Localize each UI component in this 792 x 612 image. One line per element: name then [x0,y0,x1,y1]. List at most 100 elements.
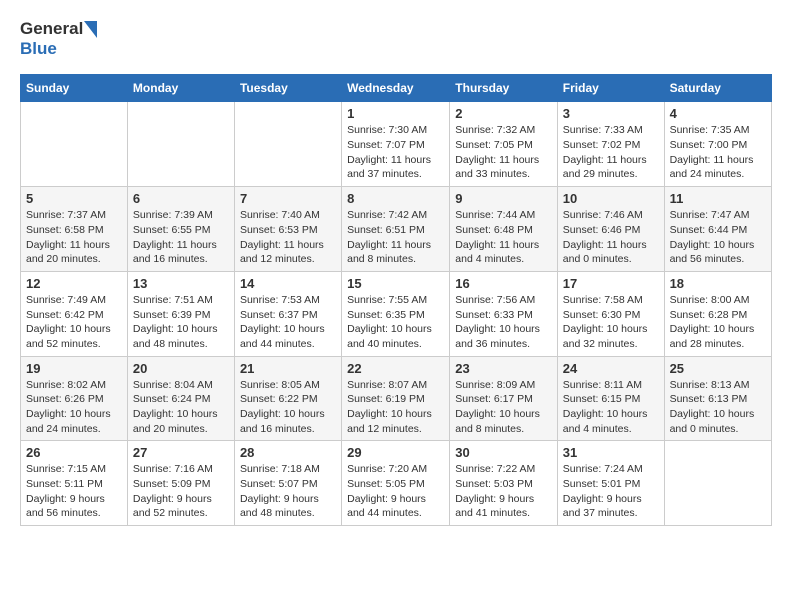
day-info: Sunrise: 7:44 AM Sunset: 6:48 PM Dayligh… [455,208,552,267]
day-info: Sunrise: 7:40 AM Sunset: 6:53 PM Dayligh… [240,208,336,267]
day-info: Sunrise: 7:42 AM Sunset: 6:51 PM Dayligh… [347,208,444,267]
day-info: Sunrise: 8:13 AM Sunset: 6:13 PM Dayligh… [670,378,766,437]
calendar-cell: 2 Sunrise: 7:32 AM Sunset: 7:05 PM Daylig… [450,102,558,187]
day-number: 19 [26,361,122,376]
calendar-cell: 28 Sunrise: 7:18 AM Sunset: 5:07 PM Dayli… [234,441,341,526]
day-number: 1 [347,106,444,121]
calendar-cell: 31 Sunrise: 7:24 AM Sunset: 5:01 PM Dayli… [557,441,664,526]
calendar-cell: 19Sunrise: 8:02 AM Sunset: 6:26 PM Dayli… [21,356,128,441]
day-info: Sunrise: 7:18 AM Sunset: 5:07 PM Dayligh… [240,462,336,521]
day-info: Sunrise: 7:32 AM Sunset: 7:05 PM Dayligh… [455,123,552,182]
calendar-cell: 25 Sunrise: 8:13 AM Sunset: 6:13 PM Dayli… [664,356,771,441]
day-info: Sunrise: 7:46 AM Sunset: 6:46 PM Dayligh… [563,208,659,267]
calendar-cell: 18 Sunrise: 8:00 AM Sunset: 6:28 PM Dayli… [664,271,771,356]
day-number: 14 [240,276,336,291]
calendar-cell: 5Sunrise: 7:37 AM Sunset: 6:58 PM Daylig… [21,187,128,272]
day-number: 28 [240,445,336,460]
logo: General Blue [20,20,97,58]
calendar-week-row: 1 Sunrise: 7:30 AM Sunset: 7:07 PM Daylig… [21,102,772,187]
day-info: Sunrise: 7:56 AM Sunset: 6:33 PM Dayligh… [455,293,552,352]
day-info: Sunrise: 7:51 AM Sunset: 6:39 PM Dayligh… [133,293,229,352]
calendar-week-row: 5Sunrise: 7:37 AM Sunset: 6:58 PM Daylig… [21,187,772,272]
calendar-cell: 15 Sunrise: 7:55 AM Sunset: 6:35 PM Dayli… [342,271,450,356]
day-number: 31 [563,445,659,460]
day-number: 3 [563,106,659,121]
logo-blue: Blue [20,40,57,59]
day-info: Sunrise: 7:15 AM Sunset: 5:11 PM Dayligh… [26,462,122,521]
calendar-cell: 9 Sunrise: 7:44 AM Sunset: 6:48 PM Daylig… [450,187,558,272]
calendar-cell: 14Sunrise: 7:53 AM Sunset: 6:37 PM Dayli… [234,271,341,356]
calendar-cell: 8 Sunrise: 7:42 AM Sunset: 6:51 PM Daylig… [342,187,450,272]
calendar-cell: 20 Sunrise: 8:04 AM Sunset: 6:24 PM Dayli… [127,356,234,441]
day-number: 13 [133,276,229,291]
day-number: 10 [563,191,659,206]
calendar-cell: 11 Sunrise: 7:47 AM Sunset: 6:44 PM Dayli… [664,187,771,272]
day-info: Sunrise: 8:05 AM Sunset: 6:22 PM Dayligh… [240,378,336,437]
calendar-cell: 16 Sunrise: 7:56 AM Sunset: 6:33 PM Dayli… [450,271,558,356]
calendar-cell: 10 Sunrise: 7:46 AM Sunset: 6:46 PM Dayli… [557,187,664,272]
calendar-cell: 6 Sunrise: 7:39 AM Sunset: 6:55 PM Daylig… [127,187,234,272]
day-number: 29 [347,445,444,460]
calendar-table: SundayMondayTuesdayWednesdayThursdayFrid… [20,74,772,526]
calendar-cell: 3 Sunrise: 7:33 AM Sunset: 7:02 PM Daylig… [557,102,664,187]
day-number: 18 [670,276,766,291]
day-info: Sunrise: 8:09 AM Sunset: 6:17 PM Dayligh… [455,378,552,437]
day-number: 26 [26,445,122,460]
day-number: 20 [133,361,229,376]
calendar-cell: 21 Sunrise: 8:05 AM Sunset: 6:22 PM Dayli… [234,356,341,441]
calendar-week-row: 26 Sunrise: 7:15 AM Sunset: 5:11 PM Dayli… [21,441,772,526]
day-number: 9 [455,191,552,206]
day-info: Sunrise: 8:11 AM Sunset: 6:15 PM Dayligh… [563,378,659,437]
day-header-sunday: Sunday [21,75,128,102]
logo-general: General [20,20,83,39]
day-number: 21 [240,361,336,376]
calendar-cell: 30 Sunrise: 7:22 AM Sunset: 5:03 PM Dayli… [450,441,558,526]
day-info: Sunrise: 8:00 AM Sunset: 6:28 PM Dayligh… [670,293,766,352]
day-number: 24 [563,361,659,376]
calendar-header-row: SundayMondayTuesdayWednesdayThursdayFrid… [21,75,772,102]
day-number: 12 [26,276,122,291]
logo-chevron-icon [84,21,97,38]
day-number: 11 [670,191,766,206]
day-info: Sunrise: 7:39 AM Sunset: 6:55 PM Dayligh… [133,208,229,267]
calendar-cell: 27 Sunrise: 7:16 AM Sunset: 5:09 PM Dayli… [127,441,234,526]
day-info: Sunrise: 7:33 AM Sunset: 7:02 PM Dayligh… [563,123,659,182]
day-info: Sunrise: 8:07 AM Sunset: 6:19 PM Dayligh… [347,378,444,437]
calendar-cell: 29 Sunrise: 7:20 AM Sunset: 5:05 PM Dayli… [342,441,450,526]
day-info: Sunrise: 7:35 AM Sunset: 7:00 PM Dayligh… [670,123,766,182]
day-number: 27 [133,445,229,460]
calendar-cell [664,441,771,526]
day-header-wednesday: Wednesday [342,75,450,102]
day-info: Sunrise: 7:30 AM Sunset: 7:07 PM Dayligh… [347,123,444,182]
day-number: 6 [133,191,229,206]
day-number: 16 [455,276,552,291]
calendar-cell: 7Sunrise: 7:40 AM Sunset: 6:53 PM Daylig… [234,187,341,272]
day-number: 15 [347,276,444,291]
day-info: Sunrise: 7:55 AM Sunset: 6:35 PM Dayligh… [347,293,444,352]
day-info: Sunrise: 7:24 AM Sunset: 5:01 PM Dayligh… [563,462,659,521]
day-header-monday: Monday [127,75,234,102]
calendar-cell: 4Sunrise: 7:35 AM Sunset: 7:00 PM Daylig… [664,102,771,187]
day-header-tuesday: Tuesday [234,75,341,102]
day-number: 23 [455,361,552,376]
calendar-cell [21,102,128,187]
page-header: General Blue [20,20,772,58]
day-header-thursday: Thursday [450,75,558,102]
day-info: Sunrise: 7:47 AM Sunset: 6:44 PM Dayligh… [670,208,766,267]
day-info: Sunrise: 7:16 AM Sunset: 5:09 PM Dayligh… [133,462,229,521]
calendar-week-row: 12 Sunrise: 7:49 AM Sunset: 6:42 PM Dayli… [21,271,772,356]
calendar-cell: 13 Sunrise: 7:51 AM Sunset: 6:39 PM Dayli… [127,271,234,356]
day-number: 2 [455,106,552,121]
day-number: 8 [347,191,444,206]
calendar-cell: 17Sunrise: 7:58 AM Sunset: 6:30 PM Dayli… [557,271,664,356]
day-header-saturday: Saturday [664,75,771,102]
calendar-cell [234,102,341,187]
calendar-cell: 26 Sunrise: 7:15 AM Sunset: 5:11 PM Dayli… [21,441,128,526]
day-info: Sunrise: 8:04 AM Sunset: 6:24 PM Dayligh… [133,378,229,437]
day-number: 30 [455,445,552,460]
day-info: Sunrise: 7:49 AM Sunset: 6:42 PM Dayligh… [26,293,122,352]
day-number: 25 [670,361,766,376]
day-info: Sunrise: 7:22 AM Sunset: 5:03 PM Dayligh… [455,462,552,521]
day-info: Sunrise: 7:20 AM Sunset: 5:05 PM Dayligh… [347,462,444,521]
calendar-cell: 12 Sunrise: 7:49 AM Sunset: 6:42 PM Dayli… [21,271,128,356]
